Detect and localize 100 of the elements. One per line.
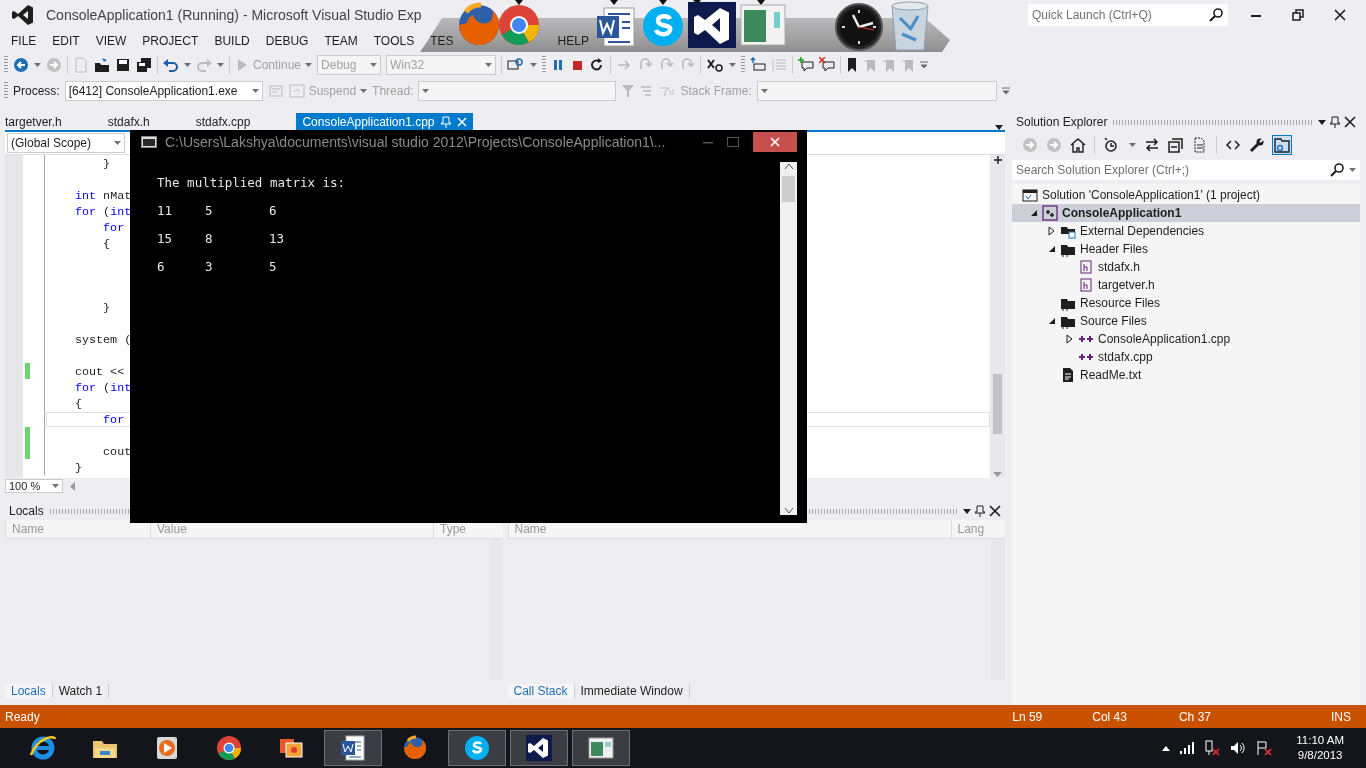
scrollbar[interactable]: [990, 155, 1005, 478]
expanded-icon[interactable]: [1030, 209, 1038, 217]
matrix-value: 5: [205, 202, 214, 220]
caret-icon[interactable]: [1162, 745, 1171, 751]
bookmark-icon[interactable]: [846, 57, 859, 73]
code-line: {: [102, 235, 112, 251]
comment-remove-icon[interactable]: [819, 57, 836, 73]
document-tab[interactable]: stdafx.h: [107, 113, 160, 130]
menu-item[interactable]: HELP: [549, 34, 597, 48]
tree-item[interactable]: Source Files: [1012, 312, 1360, 330]
save-all-icon[interactable]: [136, 57, 152, 73]
indent-icon[interactable]: [750, 57, 767, 73]
undo-icon[interactable]: [163, 57, 179, 73]
tree-item[interactable]: ConsoleApplication1.cpp: [1012, 330, 1360, 348]
restore-button[interactable]: [1292, 9, 1304, 21]
scrollbar[interactable]: [780, 162, 797, 515]
stop-icon[interactable]: [570, 58, 585, 72]
tree-item[interactable]: External Dependencies: [1012, 222, 1360, 240]
collapsed-icon[interactable]: [1048, 226, 1056, 236]
network-icon[interactable]: [1204, 740, 1221, 756]
split-icon[interactable]: [992, 155, 1003, 165]
flag-icon[interactable]: [1256, 740, 1273, 756]
hex-icon[interactable]: [706, 57, 725, 73]
zoom-dropdown[interactable]: 100 %: [5, 479, 63, 493]
scrollbar[interactable]: [991, 539, 1005, 680]
clock-icon[interactable]: [834, 2, 884, 52]
comment-add-icon[interactable]: [798, 57, 815, 73]
scope-dropdown[interactable]: (Global Scope): [7, 133, 125, 153]
clock-time[interactable]: 11:10 AM: [1296, 733, 1344, 748]
preview-icon[interactable]: [1273, 136, 1291, 154]
document-tab[interactable]: stdafx.cpp: [195, 113, 261, 130]
taskbar-button[interactable]: [448, 730, 506, 766]
scrollbar[interactable]: [488, 539, 503, 680]
pin-icon[interactable]: [1330, 116, 1340, 128]
menu-item[interactable]: TOOLS: [365, 34, 423, 48]
dropdown-icon[interactable]: [995, 125, 1003, 130]
scroll-up-icon[interactable]: [783, 162, 794, 170]
dropdown-icon[interactable]: [963, 508, 971, 514]
properties-icon[interactable]: [1249, 137, 1265, 153]
overflow-icon[interactable]: [1001, 87, 1010, 95]
open-file-icon[interactable]: [94, 57, 110, 73]
maximize-button[interactable]: [727, 137, 739, 147]
show-all-files-icon[interactable]: [1192, 137, 1208, 153]
tree-item[interactable]: stdafx.cpp: [1012, 348, 1360, 366]
tree-item[interactable]: Resource Files: [1012, 294, 1360, 312]
search-field[interactable]: Search Solution Explorer (Ctrl+;): [1012, 160, 1360, 180]
matrix-value: 8: [205, 230, 214, 248]
panel-tab[interactable]: Immediate Window: [574, 684, 690, 698]
clock-date[interactable]: 9/8/2013: [1296, 748, 1344, 763]
pin-icon[interactable]: [975, 505, 985, 517]
tree-item[interactable]: Solution 'ConsoleApplication1' (1 project): [1012, 186, 1360, 204]
quick-launch-field[interactable]: Quick Launch (Ctrl+Q): [1028, 4, 1228, 26]
menu-item[interactable]: TES: [422, 34, 462, 48]
close-button[interactable]: [1334, 9, 1346, 21]
volume-icon[interactable]: [1230, 741, 1247, 755]
menu-item[interactable]: TEAM: [316, 34, 366, 48]
taskbar-button[interactable]: [510, 730, 568, 766]
panel-tab[interactable]: Call Stack: [507, 684, 575, 698]
collapsed-icon[interactable]: [1066, 334, 1074, 344]
tree-item[interactable]: targetver.h: [1012, 276, 1360, 294]
taskbar-button[interactable]: [324, 730, 382, 766]
sync-icon[interactable]: [1144, 137, 1160, 153]
back-icon[interactable]: [13, 57, 29, 73]
attach-process-icon[interactable]: [507, 57, 526, 73]
process-dropdown[interactable]: [6412] ConsoleApplication1.exe: [64, 81, 263, 101]
document-tab[interactable]: targetver.h: [5, 113, 72, 130]
menu-item[interactable]: FILE: [3, 34, 45, 48]
menu-item[interactable]: EDIT: [44, 34, 88, 48]
menu-item[interactable]: DEBUG: [257, 34, 317, 48]
scroll-down-icon[interactable]: [783, 507, 794, 515]
dropdown-icon[interactable]: [1318, 119, 1326, 125]
caret-icon: [422, 88, 430, 94]
save-icon[interactable]: [115, 57, 131, 73]
taskbar-button[interactable]: [572, 730, 630, 766]
panel-tab[interactable]: Watch 1: [52, 684, 110, 698]
scroll-thumb[interactable]: [993, 373, 1002, 434]
expanded-icon[interactable]: [1048, 245, 1056, 253]
window-title: C:\Users\Lakshya\documents\visual studio 2012\Projects\ConsoleApplication1\...: [165, 134, 666, 150]
tree-item[interactable]: stdafx.h: [1012, 258, 1360, 276]
signal-icon[interactable]: [1180, 742, 1195, 754]
logo-icon[interactable]: [688, 0, 736, 48]
tree-item[interactable]: Header Files: [1012, 240, 1360, 258]
document-icon[interactable]: [594, 0, 638, 48]
close-icon[interactable]: [1344, 116, 1356, 128]
menu-item[interactable]: BUILD: [206, 34, 258, 48]
overflow-icon[interactable]: [920, 61, 929, 69]
window-icon[interactable]: [740, 0, 786, 46]
process-label: Process:: [13, 84, 60, 98]
close-icon[interactable]: [989, 505, 1001, 517]
panel-tab[interactable]: Locals: [5, 684, 53, 698]
matrix-value: 11: [157, 202, 174, 220]
expanded-icon[interactable]: [1048, 317, 1056, 325]
home-icon[interactable]: [1070, 137, 1086, 153]
tree-item[interactable]: ConsoleApplication1: [1012, 204, 1360, 222]
collapse-all-icon[interactable]: [1168, 137, 1184, 153]
close-icon: [770, 137, 780, 147]
tree-item[interactable]: ReadMe.txt: [1012, 366, 1360, 384]
scroll-thumb[interactable]: [782, 176, 795, 202]
menu-item[interactable]: PROJECT: [134, 34, 207, 48]
menu-item[interactable]: VIEW: [87, 34, 135, 48]
